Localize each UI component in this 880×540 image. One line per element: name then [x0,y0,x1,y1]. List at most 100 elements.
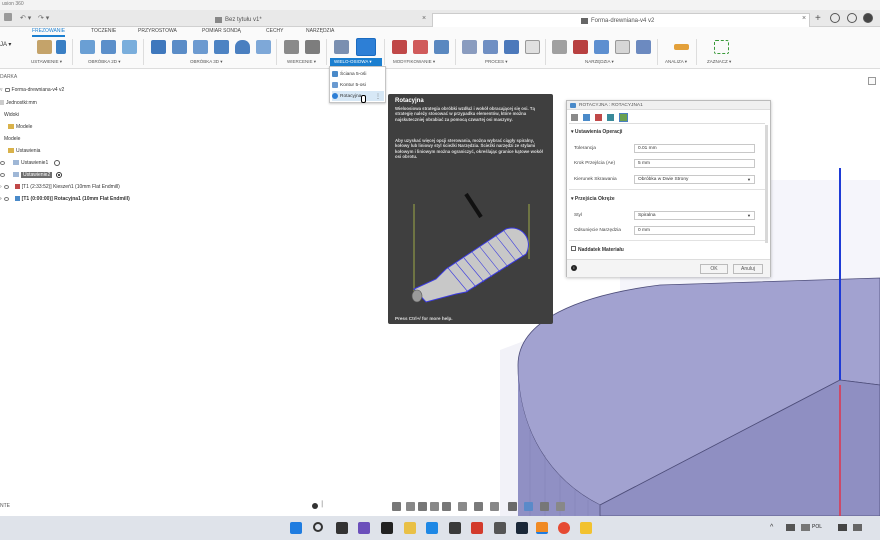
section-stock-to-leave[interactable]: Naddatek Materiału [571,246,624,253]
folder-icon[interactable] [580,522,592,534]
pocket-2d-icon[interactable] [122,40,137,54]
multiaxis-icon[interactable] [356,38,376,56]
delete-icon[interactable] [413,40,428,54]
new-folder-icon[interactable] [37,40,52,54]
undo-icon[interactable]: ↶ ▾ [20,14,31,22]
speaker-icon[interactable] [801,524,810,531]
info-icon[interactable]: i [571,265,577,271]
linking-tab-icon[interactable] [619,113,628,122]
orbit-icon[interactable] [392,502,401,511]
group-wiercenie[interactable]: WIERCENIE ▾ [287,59,316,65]
tree-row-document[interactable]: ▿ Forma-drewniana-v4 v2 [0,85,64,94]
setup-sheet-icon[interactable] [525,40,540,54]
caret-icon[interactable]: ▿ [0,87,3,93]
adaptive-2d-icon[interactable] [101,40,116,54]
tree-row-units[interactable]: Jednostki:mm [0,98,37,107]
simulate-icon[interactable] [462,40,477,54]
tree-row-setups[interactable]: Ustawienia [0,146,40,155]
group-wielo-osiowa[interactable]: WIELO-OSIOWA ▾ [334,59,372,65]
network-icon[interactable] [786,524,795,531]
grid-settings-icon[interactable] [474,502,483,511]
scrollbar[interactable] [765,125,768,243]
input-language[interactable]: POL [812,524,822,530]
help-icon[interactable] [863,13,873,23]
style-select[interactable]: Spiralna ▼ [634,211,755,220]
edge-icon[interactable] [426,522,438,534]
visibility-icon[interactable] [3,184,9,189]
group-obrobka-3d[interactable]: OBRÓBKA 3D ▾ [190,59,223,65]
rotate-icon[interactable] [508,502,517,511]
group-zaznacz[interactable]: ZAZNACZ ▾ [707,59,731,65]
cutting-direction-select[interactable]: Obróbka w Dwie Strony ▼ [634,175,755,184]
visibility-icon[interactable] [0,172,5,177]
hole-recognition-icon[interactable] [305,40,320,54]
close-tab-icon[interactable]: × [802,15,806,22]
tool-offset-input[interactable]: 0 mm [634,226,755,235]
windows-start-icon[interactable] [290,522,302,534]
tab-frezowanie[interactable]: FREZOWANIE [32,28,66,37]
steep-shallow-icon[interactable] [193,40,208,54]
more-options-icon[interactable]: ⋮ [375,93,381,100]
active-radio-icon[interactable] [56,171,63,178]
group-analiza[interactable]: ANALIZA ▾ [665,59,687,65]
look-at-icon[interactable] [406,502,415,511]
group-ustawienie[interactable]: USTAWIENIE ▾ [31,59,62,65]
section-passes[interactable]: ▾ Przejścia Okręże [571,196,615,202]
stepover-input[interactable]: 5 mm [634,159,755,168]
chrome-icon[interactable] [558,522,570,534]
fit-icon[interactable] [442,502,451,511]
menu-item-rotacyjna[interactable]: Rotacyjna ⋮ [332,91,384,101]
passes-tab-icon[interactable] [607,114,614,121]
document-tab-1[interactable]: Bez tytułu v1* [215,13,430,27]
tool-tab-icon[interactable] [571,114,578,121]
brave-icon[interactable] [471,522,483,534]
checkbox[interactable] [571,246,576,251]
template-icon[interactable] [615,40,630,54]
cut-icon[interactable] [392,40,407,54]
viewports-icon[interactable] [490,502,499,511]
tree-row-rotary[interactable]: › [T1 (0:00:00)] Rotacyjna1 (10mm Flat E… [0,194,130,203]
activate-radio-icon[interactable] [54,159,61,166]
redo-icon[interactable]: ↷ ▾ [38,14,49,22]
close-tab-icon[interactable]: × [422,15,426,22]
store-icon[interactable] [449,522,461,534]
volume-icon[interactable] [853,524,862,531]
tab-narzedzia[interactable]: NARZĘDZIA [306,28,334,34]
tree-row-models-1[interactable]: Modele [0,122,32,131]
teams-icon[interactable] [358,522,370,534]
caret-icon[interactable]: › [0,196,2,202]
document-tab-2[interactable]: Forma-drewniana-v4 v2 [432,13,810,27]
steam-icon[interactable] [516,522,528,534]
pan-icon[interactable] [418,502,427,511]
face-icon[interactable] [80,40,95,54]
visibility-icon[interactable] [3,196,9,201]
swarf-icon[interactable] [334,40,349,54]
ok-button[interactable]: OK [700,264,728,274]
collapse-icon[interactable]: ⎸ [322,501,329,509]
object-visibility-icon[interactable] [556,502,565,511]
measure-icon[interactable] [674,44,689,50]
section-operation-settings[interactable]: ▾ Ustawienia Operacji [571,129,622,135]
adaptive-3d-icon[interactable] [151,40,166,54]
extensions-icon[interactable] [830,13,840,23]
menu-item-sciana[interactable]: Ściana 5-ośi [332,69,384,79]
effects-icon[interactable] [540,502,549,511]
simulate-machine-icon[interactable] [483,40,498,54]
tree-row-models-2[interactable]: Modele [0,134,20,143]
job-status-icon[interactable] [847,13,857,23]
parallel-icon[interactable] [214,40,229,54]
caret-icon[interactable]: › [0,184,2,190]
task-manager-icon[interactable] [636,40,651,54]
task-view-icon[interactable] [336,522,348,534]
contour-icon[interactable] [235,40,250,54]
post-process-icon[interactable] [504,40,519,54]
tab-przyrostowa[interactable]: PRZYROSTOWA [138,28,177,34]
group-proces[interactable]: PROCES ▾ [485,59,508,65]
setup-icon[interactable] [56,40,66,54]
battery-icon[interactable] [838,524,847,531]
zoom-icon[interactable] [430,502,439,511]
tree-row-setup1[interactable]: Ustawienie1 [0,158,61,167]
new-tab-icon[interactable]: + [815,13,821,24]
geometry-tab-icon[interactable] [583,114,590,121]
cancel-button[interactable]: Anuluj [733,264,763,274]
